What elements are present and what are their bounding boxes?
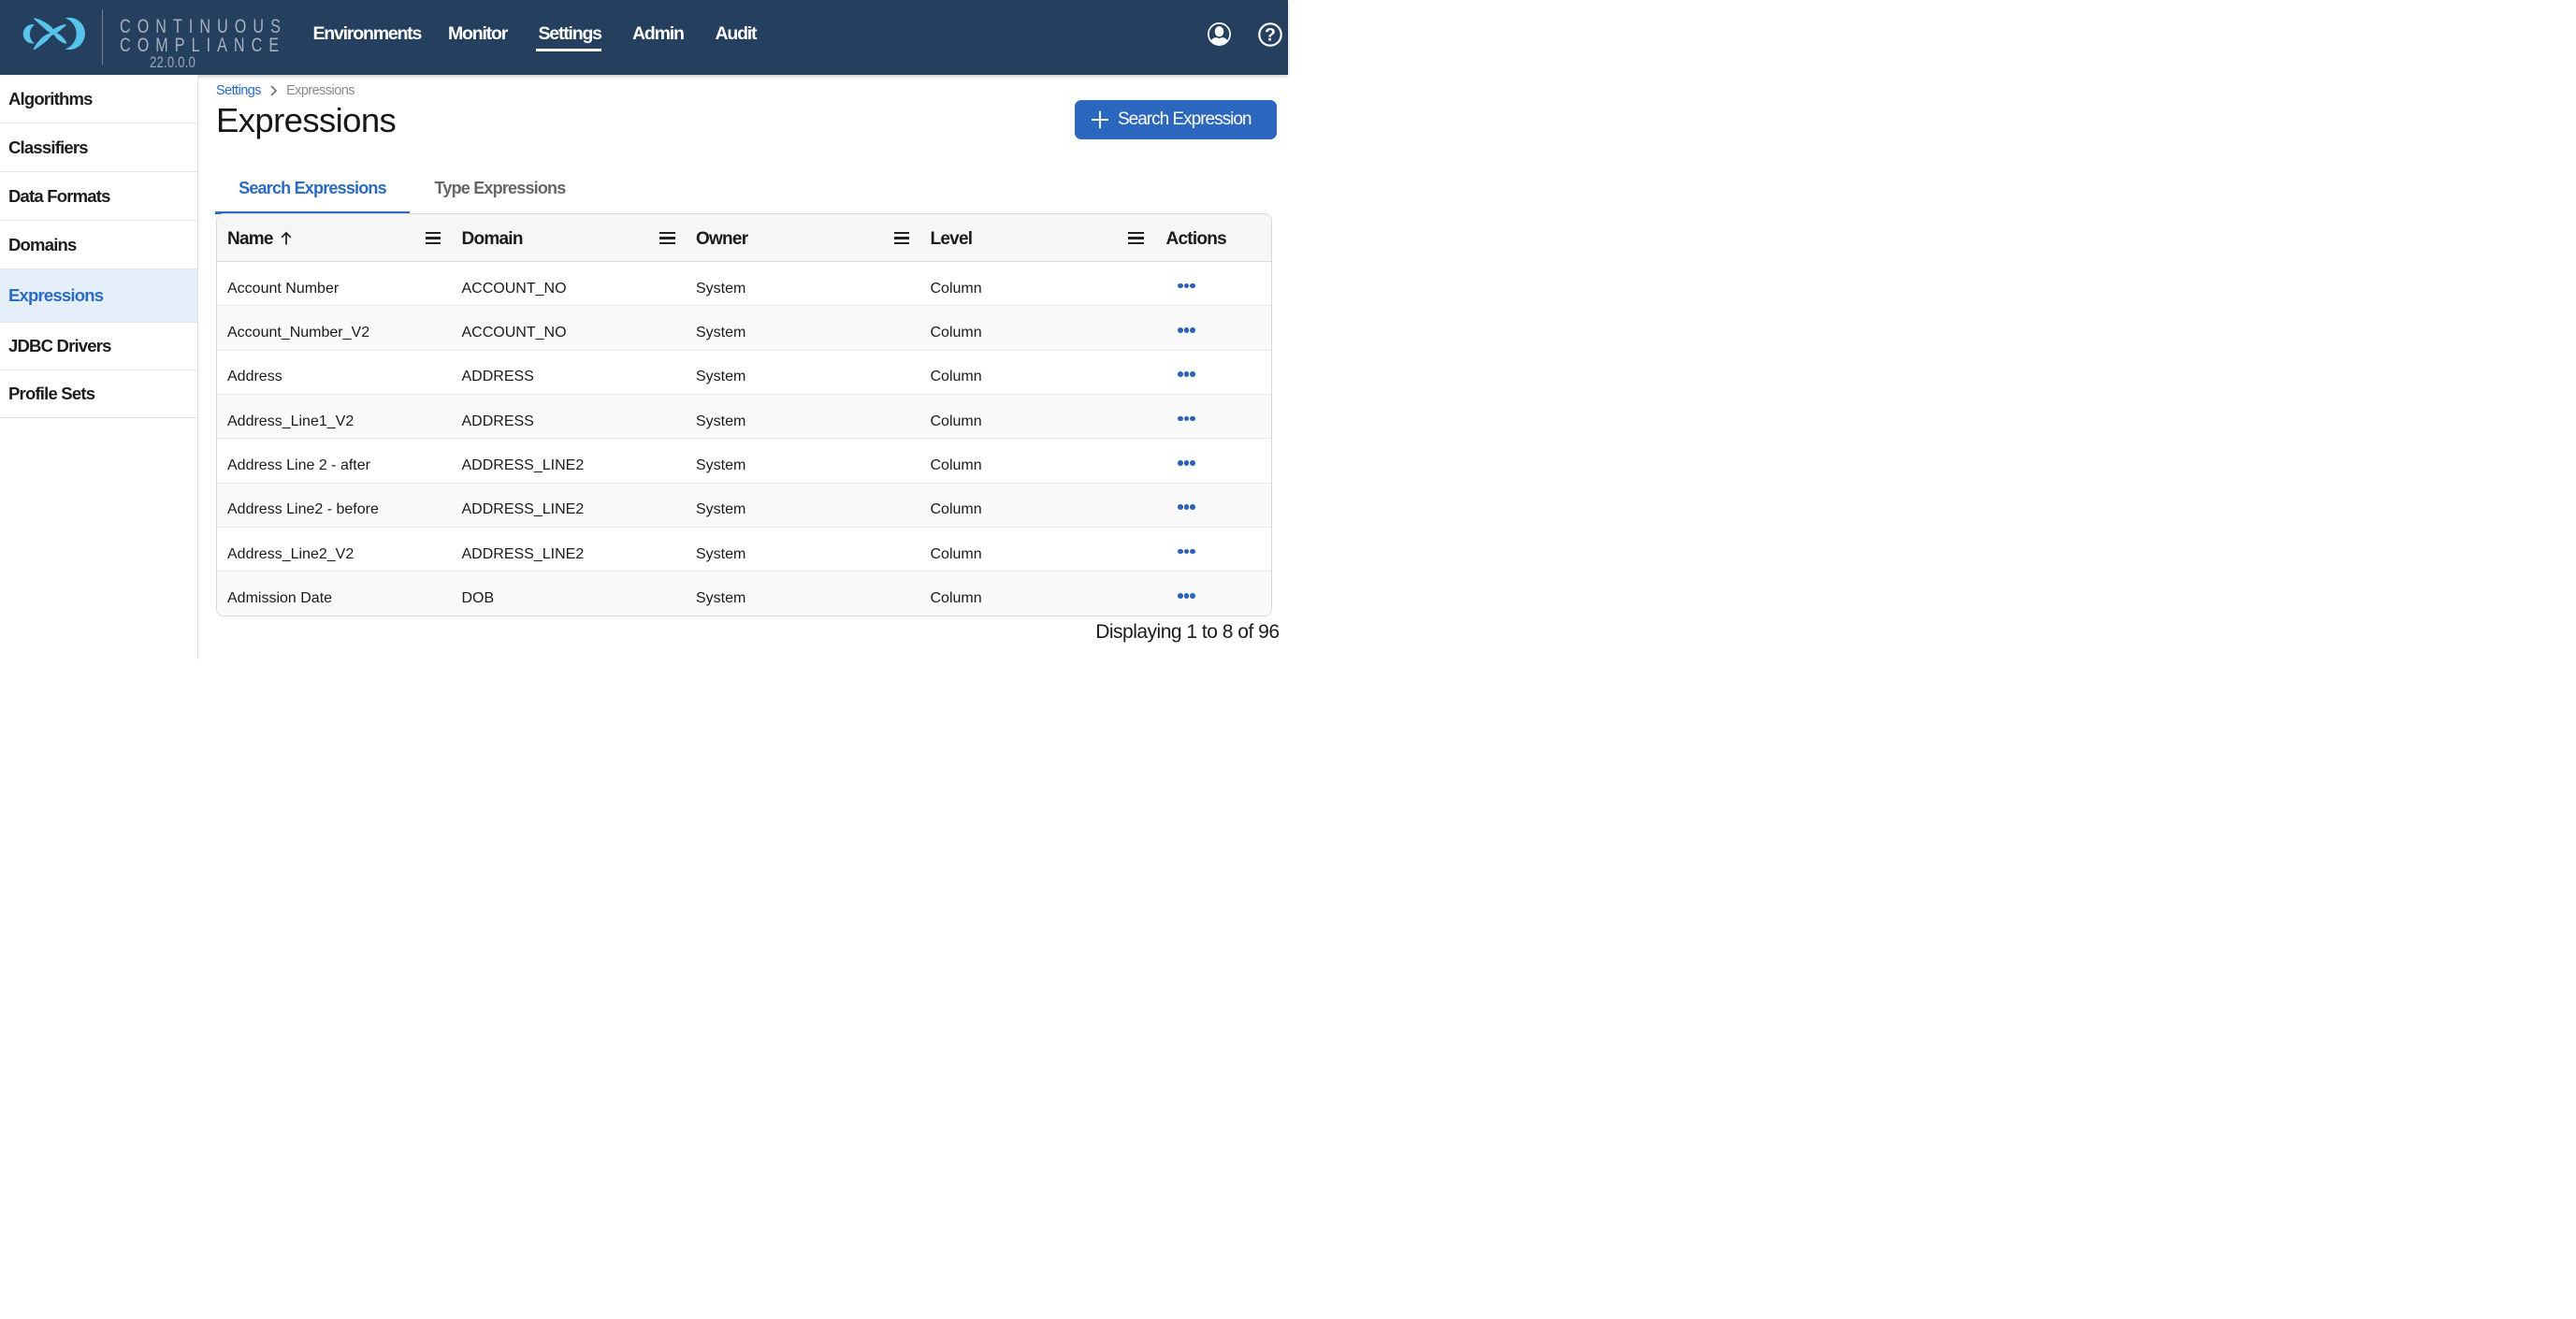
svg-text:?: ?: [1265, 25, 1276, 46]
